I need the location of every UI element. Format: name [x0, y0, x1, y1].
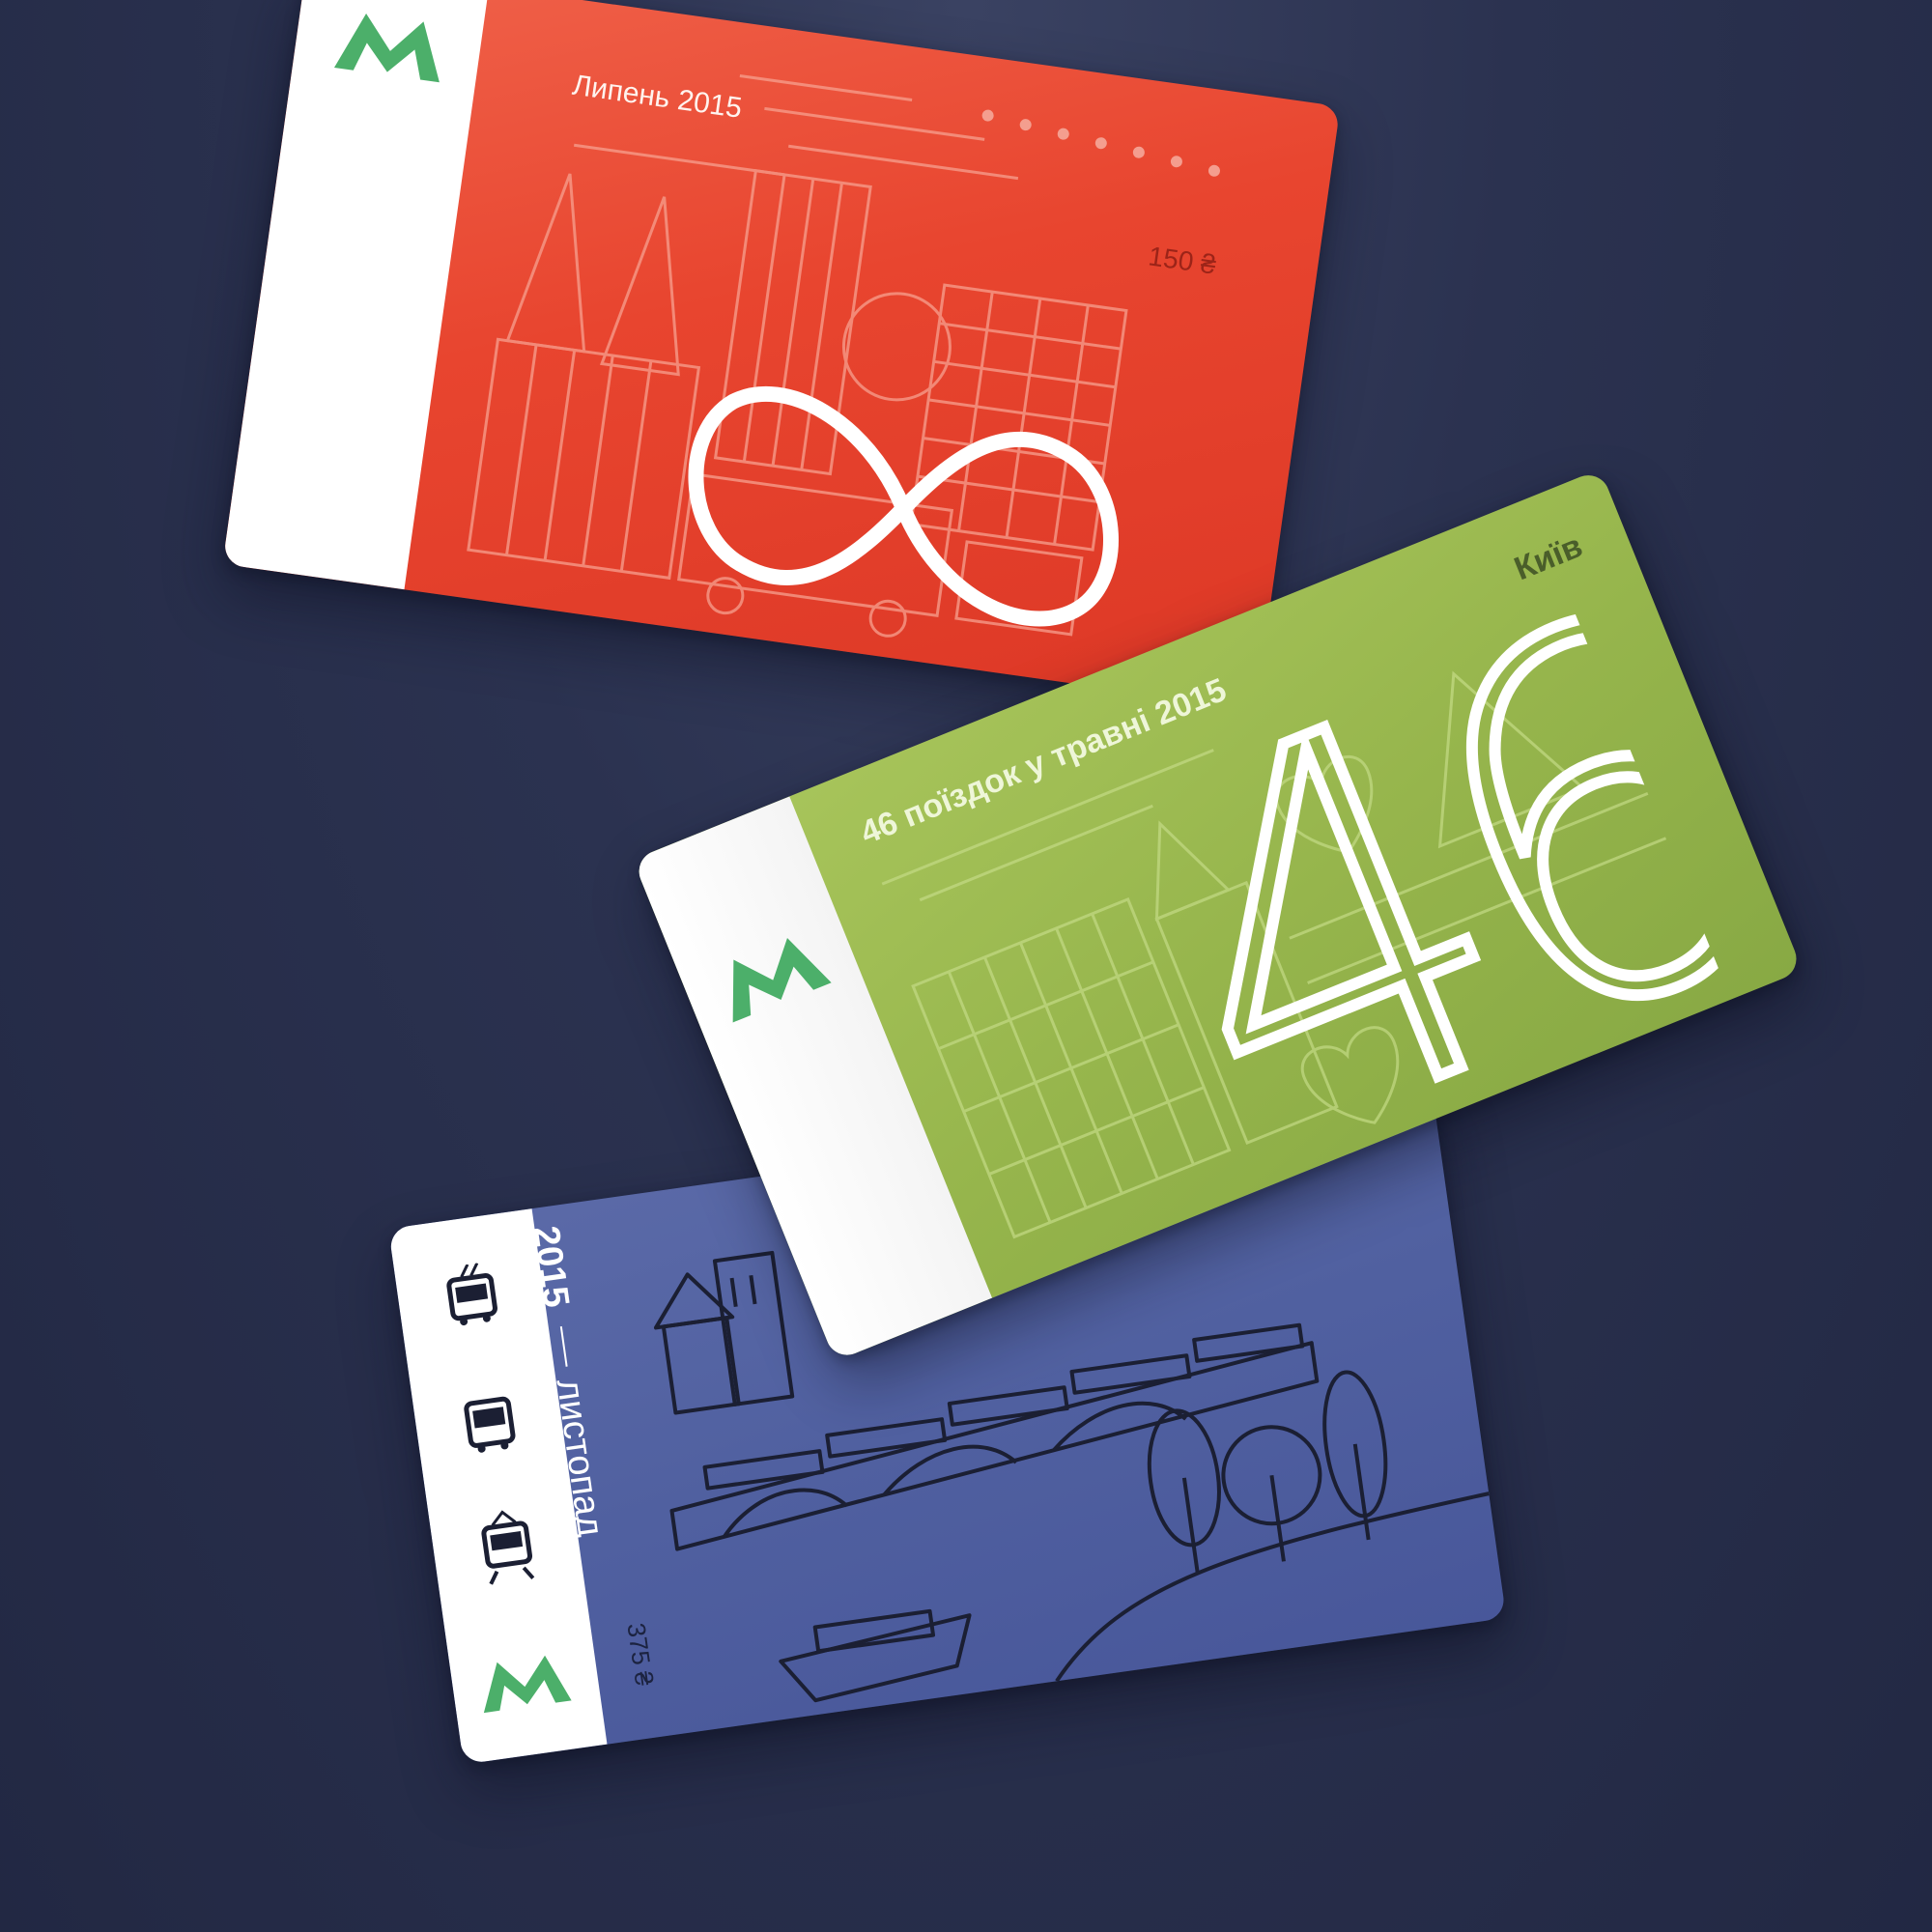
trolleybus-icon — [446, 1262, 497, 1326]
card-july-unlimited: Липень 2015 150 ₴ — [222, 0, 1341, 710]
metro-logo-icon — [333, 14, 440, 83]
metro-logo-icon — [732, 937, 832, 1023]
tram-icon — [481, 1510, 535, 1585]
metro-logo-icon — [483, 1655, 572, 1714]
bus-icon — [464, 1396, 516, 1453]
